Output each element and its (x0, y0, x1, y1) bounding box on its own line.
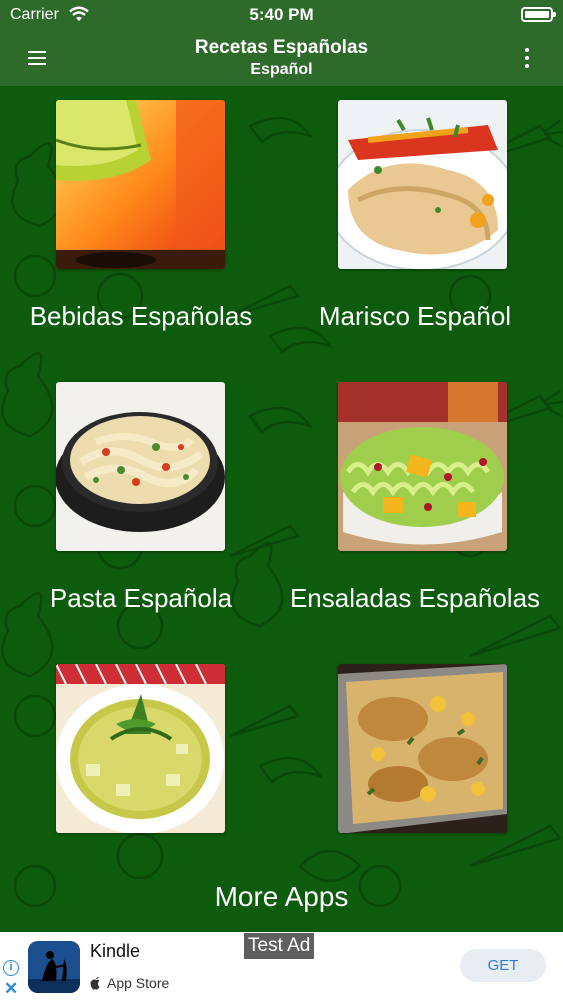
clock: 5:40 PM (249, 5, 314, 24)
ad-banner[interactable]: i ✕ Kindle App Store Test Ad GET (0, 932, 563, 1000)
orange-drink-image (56, 100, 225, 269)
salad-bowl-image (338, 382, 507, 551)
app-subtitle: Español (250, 61, 313, 78)
ad-store-name: App Store (107, 975, 170, 991)
category-label: Ensaladas Españolas (289, 583, 541, 613)
more-apps-link[interactable]: More Apps (0, 881, 563, 913)
app-title: Recetas Españolas (194, 37, 369, 58)
more-options-icon[interactable] (519, 44, 535, 72)
status-bar: Carrier 5:40 PM (0, 0, 563, 30)
soup-bowl-image (56, 664, 225, 833)
info-icon[interactable]: i (3, 960, 19, 976)
pasta-bowl-image (56, 382, 225, 551)
chicken-casserole-image (338, 664, 507, 833)
test-ad-badge: Test Ad (244, 933, 315, 959)
category-grid: Bebidas Españolas Marisco Español Pasta … (0, 86, 563, 932)
app-bar: Recetas Españolas Español (0, 30, 563, 86)
battery-icon (521, 7, 556, 22)
apple-icon (90, 977, 100, 990)
category-label: Marisco Español (318, 301, 512, 331)
ad-app-name: Kindle (90, 941, 141, 961)
fish-fillet-image (338, 100, 507, 269)
category-label: Bebidas Españolas (29, 301, 253, 331)
get-button[interactable]: GET (460, 949, 546, 982)
category-label: Pasta Española (49, 583, 233, 613)
ad-store-line: App Store (90, 975, 169, 991)
close-icon[interactable]: ✕ (4, 979, 18, 999)
kindle-app-icon (28, 941, 80, 993)
